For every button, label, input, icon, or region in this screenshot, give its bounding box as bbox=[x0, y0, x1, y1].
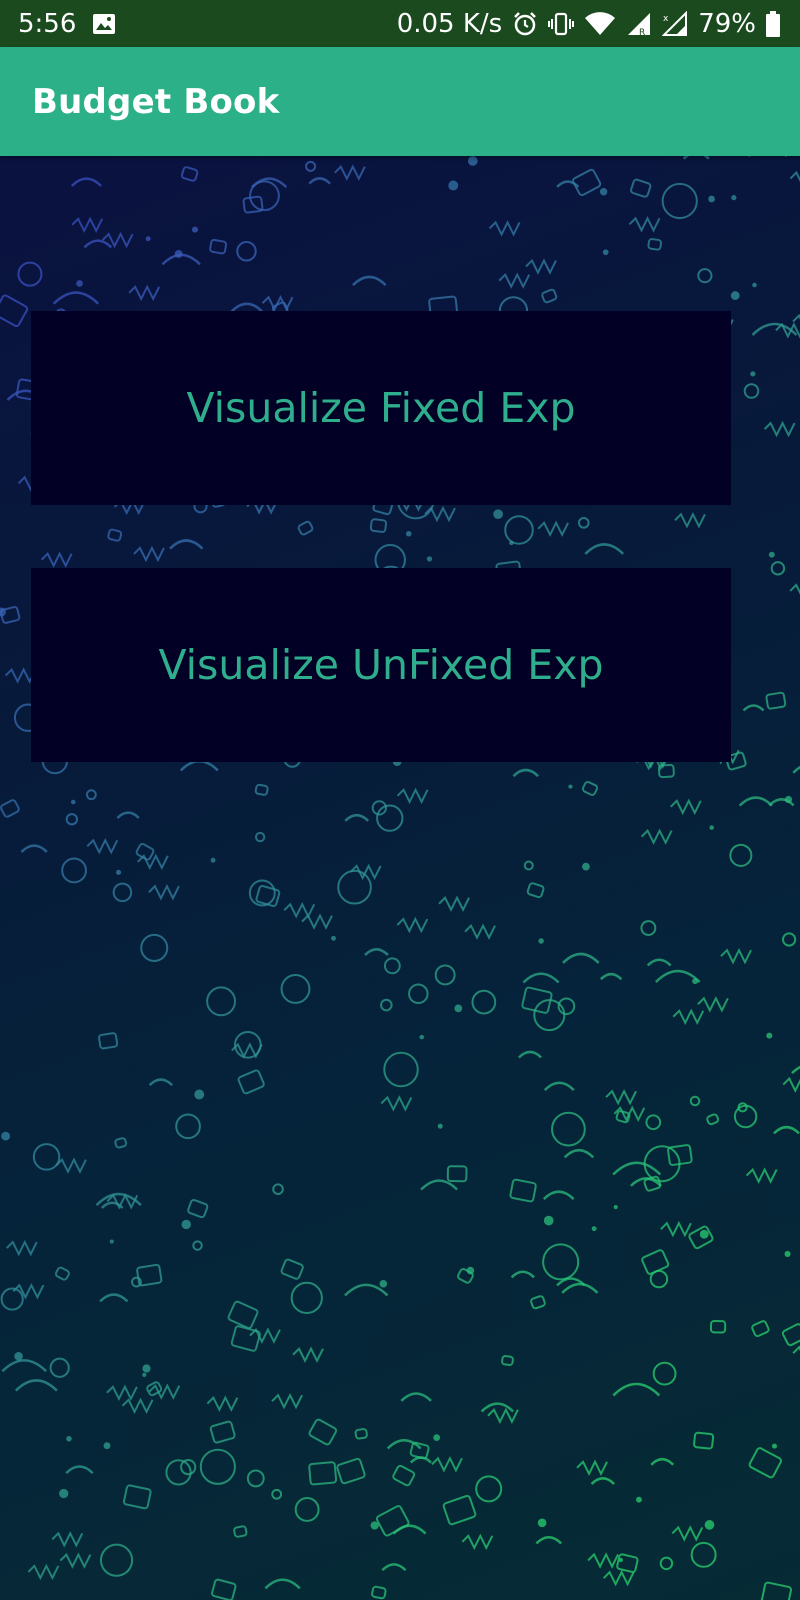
signal-r-icon: R bbox=[626, 11, 652, 37]
status-bar: 5:56 0.05 K/s R x 79% bbox=[0, 0, 800, 47]
visualize-fixed-exp-button[interactable]: Visualize Fixed Exp bbox=[31, 311, 731, 505]
app-title: Budget Book bbox=[32, 81, 280, 122]
battery-percent: 79% bbox=[698, 8, 756, 39]
network-speed: 0.05 K/s bbox=[396, 8, 503, 39]
wifi-icon bbox=[584, 11, 616, 36]
signal-x-icon: x bbox=[662, 10, 688, 37]
svg-text:R: R bbox=[639, 28, 645, 37]
app-screen: 5:56 0.05 K/s R x 79% Budget Book Visual… bbox=[0, 0, 800, 1600]
vibrate-icon bbox=[548, 11, 575, 37]
status-time: 5:56 bbox=[18, 8, 77, 39]
svg-text:x: x bbox=[663, 14, 669, 24]
alarm-icon bbox=[512, 11, 538, 37]
app-bar: Budget Book bbox=[0, 47, 800, 156]
image-icon bbox=[92, 13, 116, 35]
battery-icon bbox=[766, 10, 780, 37]
visualize-unfixed-exp-button[interactable]: Visualize UnFixed Exp bbox=[31, 568, 731, 762]
